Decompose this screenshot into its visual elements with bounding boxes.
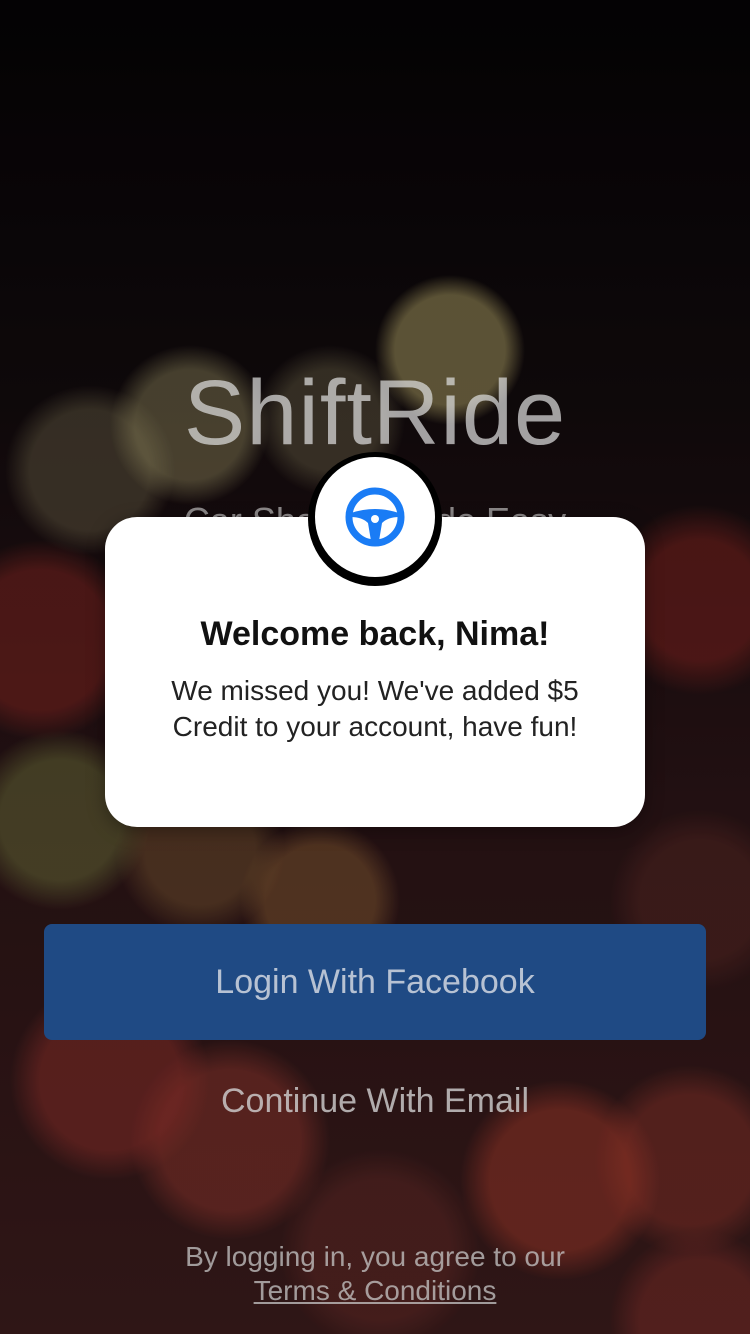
terms-conditions-link[interactable]: Terms & Conditions xyxy=(254,1274,497,1308)
steering-wheel-icon xyxy=(345,487,405,547)
modal-title: Welcome back, Nima! xyxy=(200,615,550,653)
modal-message: We missed you! We've added $5 Credit to … xyxy=(171,675,579,742)
legal-prefix: By logging in, you agree to our xyxy=(185,1241,565,1272)
legal-notice: By logging in, you agree to our Terms & … xyxy=(0,1240,750,1308)
modal-badge xyxy=(315,457,435,577)
login-with-facebook-button[interactable]: Login With Facebook xyxy=(44,924,706,1040)
login-screen: ShiftRide Car Sharing Made Easy Login Wi… xyxy=(0,0,750,1334)
continue-with-email-button[interactable]: Continue With Email xyxy=(0,1082,750,1121)
